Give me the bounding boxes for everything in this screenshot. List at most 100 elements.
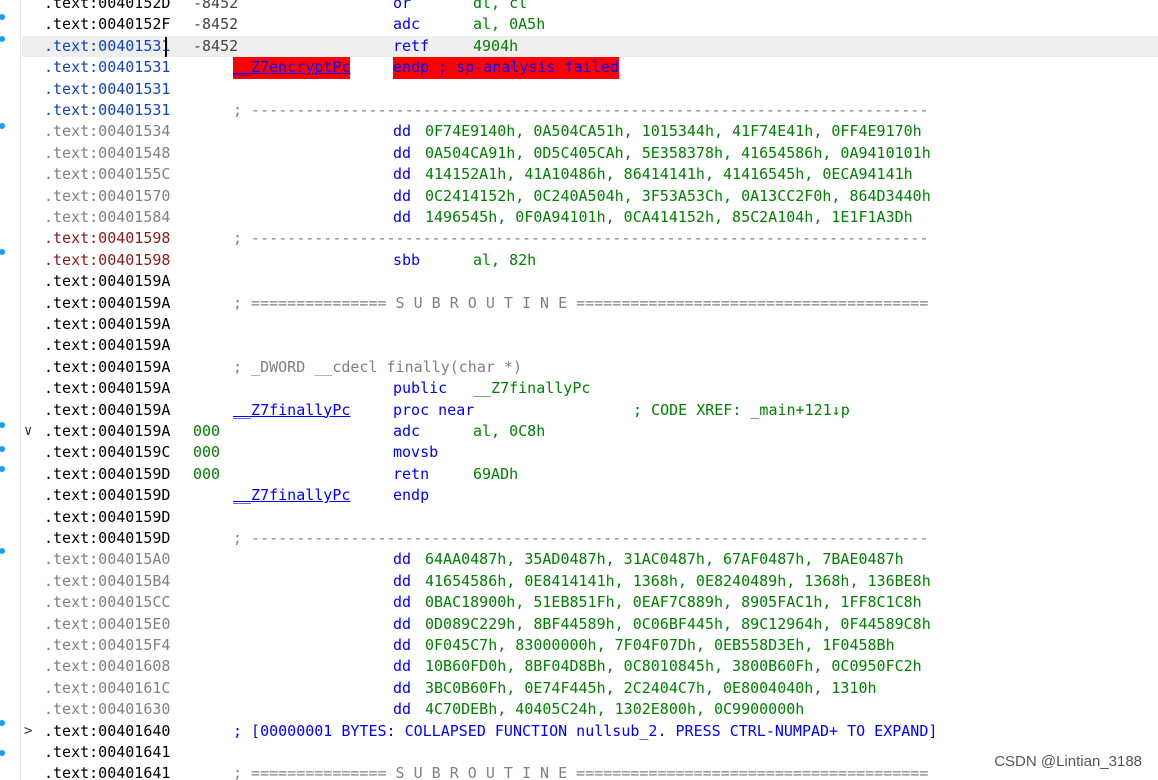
- listing-row[interactable]: .text:004015CC dd 0BAC18900h, 51EB851Fh, 0…: [22, 592, 1158, 613]
- listing-row[interactable]: .text:0040159A ; _DWORD __cdecl finally(c…: [22, 357, 1158, 378]
- listing-row[interactable]: .text:0040159D 000 retn 69ADh: [22, 464, 1158, 485]
- listing-row[interactable]: .text:00401584 dd 1496545h, 0F0A94101h, 0C…: [22, 207, 1158, 228]
- listing-row[interactable]: .text:004015F4 dd 0F045C7h, 83000000h, 7F0…: [22, 635, 1158, 656]
- listing-row[interactable]: .text:00401570 dd 0C2414152h, 0C240A504h, …: [22, 186, 1158, 207]
- listing-row[interactable]: .text:004015E0 dd 0D089C229h, 8BF44589h, 0…: [22, 614, 1158, 635]
- disassembly-listing[interactable]: .text:0040152D -8452 or dl, cl .text:0040152…: [22, 0, 1158, 780]
- address[interactable]: .text:0040159A: [44, 314, 170, 335]
- address[interactable]: .text:00401641: [44, 763, 170, 780]
- listing-row[interactable]: .text:0040161C dd 3BC0B60Fh, 0E74F445h, 2C…: [22, 678, 1158, 699]
- listing-row[interactable]: .text:00401531 -8452 retf 4904h: [22, 35, 1158, 58]
- dd-values[interactable]: 4C70DEBh, 40405C24h, 1302E800h, 0C990000…: [425, 699, 804, 720]
- mnemonic[interactable]: retf: [393, 36, 429, 57]
- address[interactable]: .text:00401598: [44, 228, 170, 249]
- address[interactable]: .text:0040159A: [44, 378, 170, 399]
- function-label[interactable]: __Z7finallyPc: [233, 485, 350, 506]
- collapse-chevron-icon[interactable]: ∨: [24, 421, 32, 442]
- address[interactable]: .text:00401640: [44, 721, 170, 742]
- address[interactable]: .text:00401531: [44, 57, 170, 78]
- breakpoint-marker-icon[interactable]: [0, 548, 5, 554]
- listing-row[interactable]: .text:00401641: [22, 742, 1158, 763]
- dd-values[interactable]: 0BAC18900h, 51EB851Fh, 0EAF7C889h, 8905F…: [425, 592, 922, 613]
- listing-row[interactable]: .text:0040152D -8452 or dl, cl: [22, 0, 1158, 14]
- operand[interactable]: dl, cl: [473, 0, 527, 14]
- expand-chevron-icon[interactable]: >: [24, 721, 32, 742]
- address[interactable]: .text:00401608: [44, 656, 170, 677]
- dd-values[interactable]: 414152A1h, 41A10486h, 86414141h, 4141654…: [425, 164, 913, 185]
- address[interactable]: .text:0040159C: [44, 442, 170, 463]
- collapsed-function[interactable]: ; [00000001 BYTES: COLLAPSED FUNCTION nu…: [233, 721, 937, 742]
- breakpoint-gutter[interactable]: [0, 0, 21, 780]
- operand[interactable]: 69ADh: [473, 464, 518, 485]
- dd-values[interactable]: 41654586h, 0E8414141h, 1368h, 0E8240489h…: [425, 571, 931, 592]
- mnemonic[interactable]: adc: [393, 14, 420, 35]
- listing-row[interactable]: .text:0040159A: [22, 314, 1158, 335]
- dd-values[interactable]: 0D089C229h, 8BF44589h, 0C06BF445h, 89C12…: [425, 614, 931, 635]
- listing-row[interactable]: .text:00401531 __Z7encryptPc endp ; sp-ana…: [22, 57, 1158, 79]
- listing-row[interactable]: .text:00401534 dd 0F74E9140h, 0A504CA51h, …: [22, 121, 1158, 142]
- mnemonic[interactable]: public: [393, 378, 447, 399]
- operand[interactable]: al, 0A5h: [473, 14, 545, 35]
- address[interactable]: .text:00401641: [44, 742, 170, 763]
- address[interactable]: .text:0040152D: [44, 0, 170, 14]
- listing-row[interactable]: .text:0040159A: [22, 271, 1158, 292]
- breakpoint-marker-icon[interactable]: [0, 14, 5, 20]
- code-xref[interactable]: ; CODE XREF: _main+121↓p: [633, 400, 850, 421]
- mnemonic[interactable]: movsb: [393, 442, 438, 463]
- address[interactable]: .text:0040152F: [44, 14, 170, 35]
- listing-row[interactable]: .text:0040159C 000 movsb: [22, 442, 1158, 463]
- address[interactable]: .text:004015CC: [44, 592, 170, 613]
- address[interactable]: .text:0040159D: [44, 528, 170, 549]
- mnemonic[interactable]: proc near: [393, 400, 474, 421]
- address[interactable]: .text:004015B4: [44, 571, 170, 592]
- listing-row[interactable]: .text:00401641 ; =============== S U B R …: [22, 763, 1158, 780]
- address[interactable]: .text:00401584: [44, 207, 170, 228]
- listing-row[interactable]: .text:004015A0 dd 64AA0487h, 35AD0487h, 31…: [22, 549, 1158, 570]
- listing-row[interactable]: .text:0040159A public __Z7finallyPc: [22, 378, 1158, 399]
- operand[interactable]: al, 0C8h: [473, 421, 545, 442]
- dd-values[interactable]: 0F045C7h, 83000000h, 7F04F07Dh, 0EB558D3…: [425, 635, 895, 656]
- address[interactable]: .text:004015A0: [44, 549, 170, 570]
- listing-row[interactable]: .text:0040159D ; ------------------------…: [22, 528, 1158, 549]
- address[interactable]: .text:0040159D: [44, 464, 170, 485]
- breakpoint-marker-icon[interactable]: [0, 123, 5, 129]
- mnemonic[interactable]: sbb: [393, 250, 420, 271]
- address[interactable]: .text:0040159D: [44, 507, 170, 528]
- listing-row[interactable]: .text:0040159A: [22, 335, 1158, 356]
- address[interactable]: .text:0040159A: [44, 271, 170, 292]
- listing-row[interactable]: ∨ .text:0040159A 000 adc al, 0C8h: [22, 421, 1158, 442]
- listing-row[interactable]: .text:00401531 ; ------------------------…: [22, 100, 1158, 121]
- address[interactable]: .text:00401531: [44, 36, 170, 57]
- address[interactable]: .text:0040159D: [44, 485, 170, 506]
- listing-row[interactable]: > .text:00401640 ; [00000001 BYTES: COLLAP…: [22, 721, 1158, 742]
- address[interactable]: .text:004015E0: [44, 614, 170, 635]
- dd-values[interactable]: 0A504CA91h, 0D5C405CAh, 5E358378h, 41654…: [425, 143, 931, 164]
- dd-values[interactable]: 0C2414152h, 0C240A504h, 3F53A53Ch, 0A13C…: [425, 186, 931, 207]
- listing-row[interactable]: .text:00401548 dd 0A504CA91h, 0D5C405CAh, …: [22, 143, 1158, 164]
- listing-row[interactable]: .text:00401630 dd 4C70DEBh, 40405C24h, 130…: [22, 699, 1158, 720]
- breakpoint-marker-icon[interactable]: [0, 249, 5, 255]
- breakpoint-marker-icon[interactable]: [0, 446, 5, 452]
- listing-row[interactable]: .text:00401598 sbb al, 82h: [22, 250, 1158, 271]
- address[interactable]: .text:00401570: [44, 186, 170, 207]
- address[interactable]: .text:0040159A: [44, 421, 170, 442]
- operand[interactable]: al, 82h: [473, 250, 536, 271]
- listing-row[interactable]: .text:00401598 ; ------------------------…: [22, 228, 1158, 249]
- address[interactable]: .text:004015F4: [44, 635, 170, 656]
- listing-row[interactable]: .text:0040155C dd 414152A1h, 41A10486h, 86…: [22, 164, 1158, 185]
- breakpoint-marker-icon[interactable]: [0, 750, 5, 756]
- address[interactable]: .text:0040159A: [44, 400, 170, 421]
- mnemonic[interactable]: endp: [393, 485, 429, 506]
- address[interactable]: .text:0040159A: [44, 357, 170, 378]
- breakpoint-marker-icon[interactable]: [0, 36, 5, 42]
- dd-values[interactable]: 10B60FD0h, 8BF04D8Bh, 0C8010845h, 3800B6…: [425, 656, 922, 677]
- dd-values[interactable]: 1496545h, 0F0A94101h, 0CA414152h, 85C2A1…: [425, 207, 913, 228]
- address[interactable]: .text:0040159A: [44, 293, 170, 314]
- operand[interactable]: 4904h: [473, 36, 518, 57]
- address[interactable]: .text:00401534: [44, 121, 170, 142]
- breakpoint-marker-icon[interactable]: [0, 466, 5, 472]
- listing-row[interactable]: .text:004015B4 dd 41654586h, 0E8414141h, 1…: [22, 571, 1158, 592]
- function-label[interactable]: __Z7finallyPc: [233, 400, 350, 421]
- listing-row[interactable]: .text:0040159A ; =============== S U B R …: [22, 293, 1158, 314]
- dd-values[interactable]: 3BC0B60Fh, 0E74F445h, 2C2404C7h, 0E80040…: [425, 678, 877, 699]
